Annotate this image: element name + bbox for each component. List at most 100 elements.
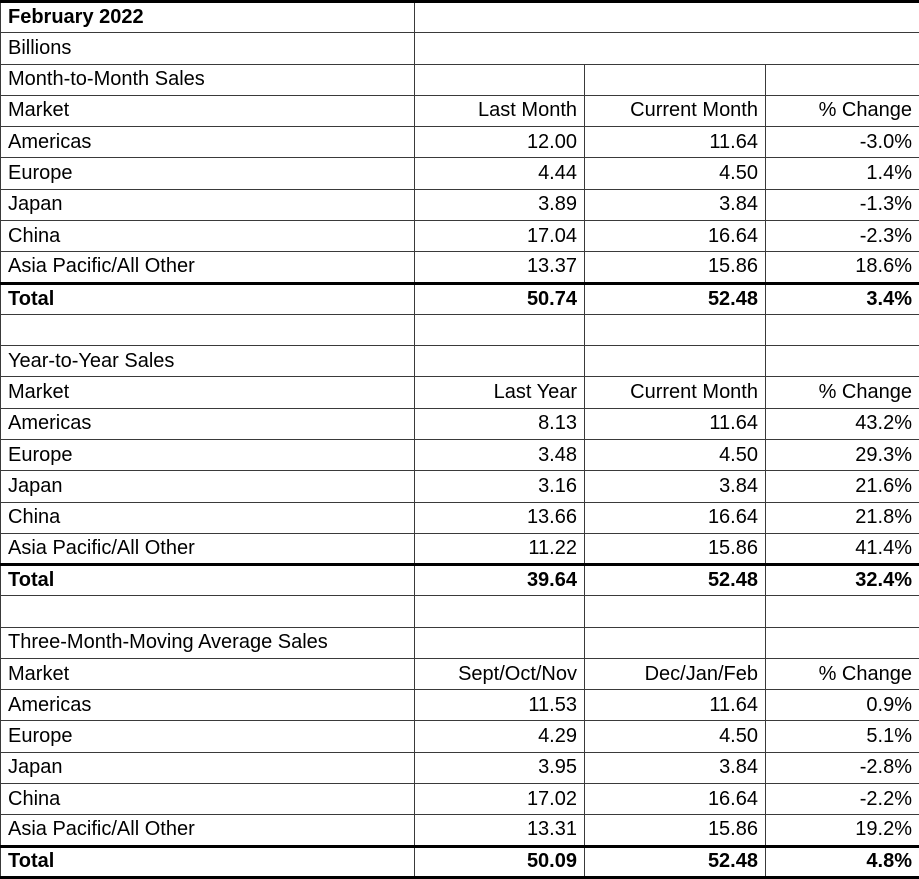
table-row: Japan 3.89 3.84 -1.3% (1, 189, 919, 220)
total-row-three-month-moving-average: Total 50.09 52.48 4.8% (1, 846, 919, 877)
section-spacer-row (1, 596, 919, 627)
column-header-row-month-to-month: Market Last Month Current Month % Change (1, 95, 919, 126)
value-current-month: 15.86 (585, 252, 766, 283)
total-sept-oct-nov: 50.09 (415, 846, 585, 877)
section-title-year-to-year: Year-to-Year Sales (1, 346, 415, 377)
total-dec-jan-feb: 52.48 (585, 846, 766, 877)
value-pct-change: 19.2% (766, 815, 919, 846)
value-dec-jan-feb: 11.64 (585, 690, 766, 721)
total-last-month: 50.74 (415, 283, 585, 314)
units-row: Billions (1, 33, 919, 64)
value-current-month: 11.64 (585, 127, 766, 158)
total-current-month: 52.48 (585, 565, 766, 596)
section-title-spacer-2 (585, 64, 766, 95)
value-last-year: 3.48 (415, 439, 585, 470)
value-sept-oct-nov: 11.53 (415, 690, 585, 721)
value-sept-oct-nov: 13.31 (415, 815, 585, 846)
column-header-current-month: Current Month (585, 95, 766, 126)
table-row: China 17.02 16.64 -2.2% (1, 784, 919, 815)
value-pct-change: 0.9% (766, 690, 919, 721)
section-title-spacer-3 (766, 346, 919, 377)
section-title-spacer-3 (766, 64, 919, 95)
value-pct-change: 5.1% (766, 721, 919, 752)
units-label: Billions (1, 33, 415, 64)
spacer-cell (766, 596, 919, 627)
value-last-month: 13.37 (415, 252, 585, 283)
column-header-last-year: Last Year (415, 377, 585, 408)
market-name: Americas (1, 408, 415, 439)
value-sept-oct-nov: 17.02 (415, 784, 585, 815)
table-body: February 2022 Billions Month-to-Month Sa… (1, 2, 919, 878)
market-name: Europe (1, 439, 415, 470)
market-name: China (1, 220, 415, 251)
value-pct-change: 41.4% (766, 533, 919, 564)
column-header-row-three-month-moving-average: Market Sept/Oct/Nov Dec/Jan/Feb % Change (1, 658, 919, 689)
table-row: Asia Pacific/All Other 13.37 15.86 18.6% (1, 252, 919, 283)
table-row: Americas 8.13 11.64 43.2% (1, 408, 919, 439)
value-current-month: 11.64 (585, 408, 766, 439)
table-row: China 17.04 16.64 -2.3% (1, 220, 919, 251)
market-name: Europe (1, 721, 415, 752)
value-last-month: 17.04 (415, 220, 585, 251)
column-header-pct-change: % Change (766, 658, 919, 689)
value-current-month: 4.50 (585, 439, 766, 470)
table-row: Europe 3.48 4.50 29.3% (1, 439, 919, 470)
value-current-month: 16.64 (585, 220, 766, 251)
section-title-spacer-2 (585, 627, 766, 658)
total-label: Total (1, 565, 415, 596)
section-title-row-month-to-month: Month-to-Month Sales (1, 64, 919, 95)
section-title-row-year-to-year: Year-to-Year Sales (1, 346, 919, 377)
value-pct-change: 21.6% (766, 471, 919, 502)
section-spacer-row (1, 314, 919, 345)
total-row-year-to-year: Total 39.64 52.48 32.4% (1, 565, 919, 596)
section-title-spacer-1 (415, 346, 585, 377)
spreadsheet-sheet: February 2022 Billions Month-to-Month Sa… (0, 0, 919, 879)
market-name: Americas (1, 690, 415, 721)
spacer-cell (766, 314, 919, 345)
market-name: Japan (1, 189, 415, 220)
value-current-month: 15.86 (585, 533, 766, 564)
section-title-spacer-1 (415, 627, 585, 658)
value-current-month: 16.64 (585, 502, 766, 533)
table-row: Japan 3.95 3.84 -2.8% (1, 752, 919, 783)
document-title: February 2022 (1, 2, 415, 33)
units-row-spacer (415, 33, 919, 64)
total-pct-change: 32.4% (766, 565, 919, 596)
value-current-month: 3.84 (585, 471, 766, 502)
value-pct-change: -2.3% (766, 220, 919, 251)
table-row: Americas 11.53 11.64 0.9% (1, 690, 919, 721)
section-title-row-three-month-moving-average: Three-Month-Moving Average Sales (1, 627, 919, 658)
value-pct-change: -1.3% (766, 189, 919, 220)
value-last-month: 12.00 (415, 127, 585, 158)
value-pct-change: -2.2% (766, 784, 919, 815)
column-header-pct-change: % Change (766, 95, 919, 126)
total-current-month: 52.48 (585, 283, 766, 314)
column-header-pct-change: % Change (766, 377, 919, 408)
table-row: Europe 4.29 4.50 5.1% (1, 721, 919, 752)
value-last-month: 4.44 (415, 158, 585, 189)
market-name: China (1, 502, 415, 533)
total-label: Total (1, 846, 415, 877)
spacer-cell (585, 596, 766, 627)
spacer-cell (1, 314, 415, 345)
market-name: Japan (1, 752, 415, 783)
value-sept-oct-nov: 4.29 (415, 721, 585, 752)
total-pct-change: 3.4% (766, 283, 919, 314)
section-title-spacer-1 (415, 64, 585, 95)
column-header-market: Market (1, 95, 415, 126)
market-name: China (1, 784, 415, 815)
spacer-cell (1, 596, 415, 627)
column-header-current-month: Current Month (585, 377, 766, 408)
market-name: Asia Pacific/All Other (1, 533, 415, 564)
table-row: Europe 4.44 4.50 1.4% (1, 158, 919, 189)
total-last-year: 39.64 (415, 565, 585, 596)
column-header-row-year-to-year: Market Last Year Current Month % Change (1, 377, 919, 408)
spacer-cell (585, 314, 766, 345)
total-label: Total (1, 283, 415, 314)
spacer-cell (415, 596, 585, 627)
table-row: Japan 3.16 3.84 21.6% (1, 471, 919, 502)
spacer-cell (415, 314, 585, 345)
column-header-market: Market (1, 377, 415, 408)
value-last-month: 3.89 (415, 189, 585, 220)
value-dec-jan-feb: 3.84 (585, 752, 766, 783)
